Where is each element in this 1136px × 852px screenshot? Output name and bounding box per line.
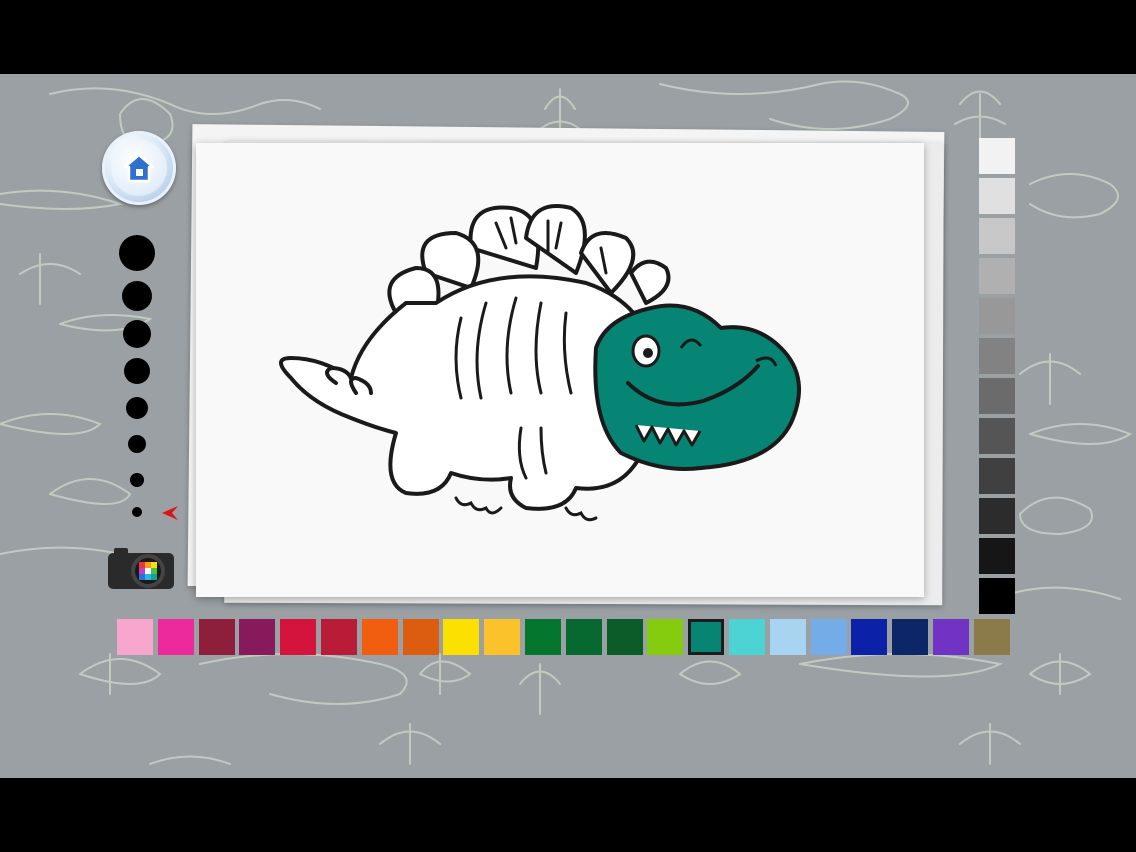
brush-size-6[interactable] xyxy=(128,435,146,453)
color-swatch[interactable] xyxy=(566,619,602,655)
color-swatch[interactable] xyxy=(811,619,847,655)
brush-size-5[interactable] xyxy=(126,397,148,419)
gray-swatch[interactable] xyxy=(979,338,1015,374)
home-icon xyxy=(123,153,155,183)
gray-swatch[interactable] xyxy=(979,418,1015,454)
gray-swatch[interactable] xyxy=(979,498,1015,534)
stegosaurus-drawing[interactable] xyxy=(196,143,924,597)
brush-size-7[interactable] xyxy=(130,473,144,487)
gray-swatch[interactable] xyxy=(979,138,1015,174)
camera-palette-icon xyxy=(108,548,174,589)
color-swatch[interactable] xyxy=(362,619,398,655)
color-swatch[interactable] xyxy=(729,619,765,655)
color-swatch[interactable] xyxy=(933,619,969,655)
gray-swatch[interactable] xyxy=(979,258,1015,294)
drawing-canvas[interactable] xyxy=(196,143,924,597)
color-swatch[interactable] xyxy=(484,619,520,655)
color-swatch[interactable] xyxy=(199,619,235,655)
gray-swatch[interactable] xyxy=(979,218,1015,254)
brush-size-8[interactable] xyxy=(132,507,142,517)
color-swatch[interactable] xyxy=(688,619,724,655)
red-arrow-pointer-icon xyxy=(162,506,178,520)
color-swatch[interactable] xyxy=(239,619,275,655)
color-swatch[interactable] xyxy=(443,619,479,655)
bottom-letterbox xyxy=(0,778,1136,852)
color-swatch[interactable] xyxy=(403,619,439,655)
gray-swatch[interactable] xyxy=(979,538,1015,574)
gray-swatch[interactable] xyxy=(979,178,1015,214)
color-swatch[interactable] xyxy=(892,619,928,655)
gray-swatch[interactable] xyxy=(979,298,1015,334)
color-swatch[interactable] xyxy=(158,619,194,655)
gray-swatch[interactable] xyxy=(979,458,1015,494)
color-swatch[interactable] xyxy=(525,619,561,655)
head-fill xyxy=(593,303,801,471)
color-swatch[interactable] xyxy=(321,619,357,655)
gray-swatch[interactable] xyxy=(979,578,1015,614)
gray-swatch[interactable] xyxy=(979,378,1015,414)
home-button-face[interactable] xyxy=(111,140,167,196)
camera-button[interactable] xyxy=(106,545,176,591)
color-swatch[interactable] xyxy=(117,619,153,655)
color-swatch[interactable] xyxy=(770,619,806,655)
color-swatch[interactable] xyxy=(851,619,887,655)
color-swatch[interactable] xyxy=(974,619,1010,655)
color-swatch[interactable] xyxy=(647,619,683,655)
color-swatch[interactable] xyxy=(280,619,316,655)
top-letterbox xyxy=(0,0,1136,74)
home-button[interactable] xyxy=(102,131,176,205)
brush-size-2[interactable] xyxy=(122,281,152,311)
color-swatch[interactable] xyxy=(607,619,643,655)
brush-size-4[interactable] xyxy=(124,358,150,384)
brush-size-3[interactable] xyxy=(123,320,151,348)
brush-size-1[interactable] xyxy=(119,235,155,271)
